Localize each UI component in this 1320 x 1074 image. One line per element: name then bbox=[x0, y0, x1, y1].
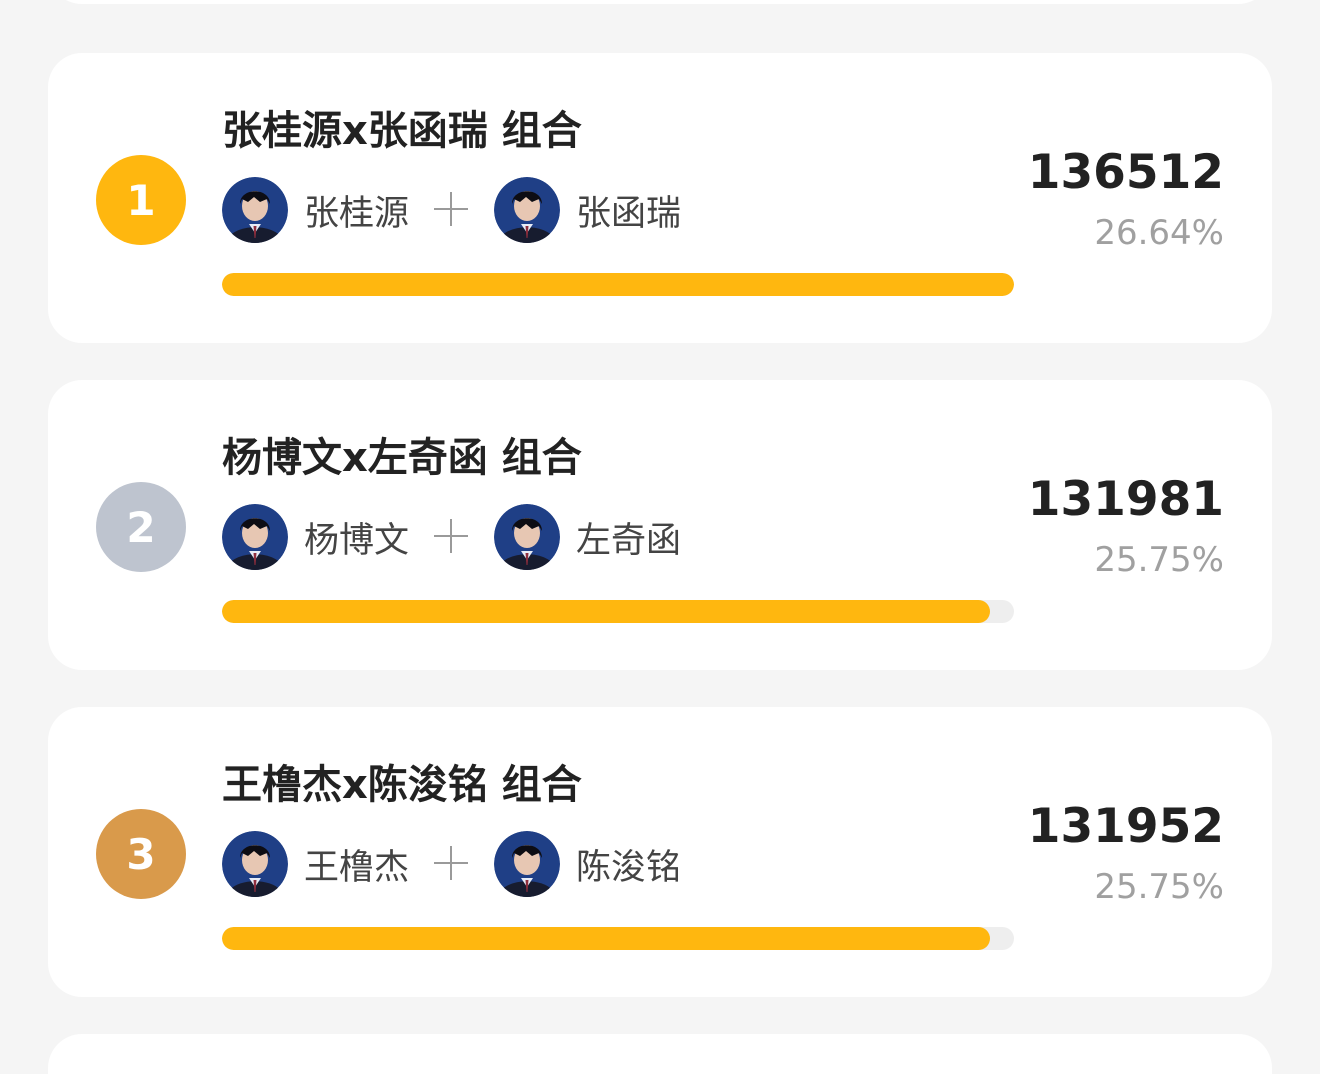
member-a[interactable]: 王橹杰 bbox=[222, 831, 409, 897]
plus-icon bbox=[434, 519, 468, 553]
previous-card-edge bbox=[48, 0, 1272, 4]
member-a[interactable]: 张桂源 bbox=[222, 177, 409, 243]
member-name: 陈浚铭 bbox=[576, 847, 682, 888]
rank-badge: 1 bbox=[96, 155, 186, 245]
plus-icon bbox=[434, 846, 468, 880]
vote-count: 131981 bbox=[1027, 472, 1224, 527]
vote-percent: 25.75% bbox=[1094, 867, 1224, 907]
avatar bbox=[494, 504, 560, 570]
vote-percent: 25.75% bbox=[1094, 540, 1224, 580]
plus-icon bbox=[434, 192, 468, 226]
vote-progress-fill bbox=[222, 273, 1014, 296]
member-a[interactable]: 杨博文 bbox=[222, 504, 409, 570]
member-name: 王橹杰 bbox=[304, 847, 410, 888]
avatar bbox=[494, 831, 560, 897]
vote-progress-fill bbox=[222, 600, 991, 623]
member-b[interactable]: 陈浚铭 bbox=[494, 831, 681, 897]
next-card-edge bbox=[48, 1034, 1272, 1074]
vote-progress-bar bbox=[222, 927, 1014, 950]
rank-badge: 3 bbox=[96, 809, 186, 899]
vote-progress-fill bbox=[222, 927, 991, 950]
ranking-card[interactable]: 3 王橹杰x陈浚铭 组合 王橹杰 陈浚铭 131952 25.75% bbox=[48, 707, 1272, 997]
rank-badge: 2 bbox=[96, 482, 186, 572]
member-name: 杨博文 bbox=[304, 520, 410, 561]
avatar bbox=[494, 177, 560, 243]
vote-progress-bar bbox=[222, 600, 1014, 623]
ranking-card[interactable]: 1 张桂源x张函瑞 组合 张桂源 张函瑞 136512 26.64% bbox=[48, 53, 1272, 343]
member-b[interactable]: 左奇函 bbox=[494, 504, 681, 570]
team-title: 杨博文x左奇函 组合 bbox=[222, 435, 582, 481]
avatar bbox=[222, 831, 288, 897]
vote-count: 136512 bbox=[1027, 145, 1224, 200]
team-title: 张桂源x张函瑞 组合 bbox=[222, 108, 582, 154]
avatar bbox=[222, 177, 288, 243]
vote-progress-bar bbox=[222, 273, 1014, 296]
member-b[interactable]: 张函瑞 bbox=[494, 177, 681, 243]
vote-count: 131952 bbox=[1027, 799, 1224, 854]
team-title: 王橹杰x陈浚铭 组合 bbox=[222, 762, 582, 808]
avatar bbox=[222, 504, 288, 570]
vote-percent: 26.64% bbox=[1094, 213, 1224, 253]
member-name: 张桂源 bbox=[304, 193, 410, 234]
member-name: 左奇函 bbox=[576, 520, 682, 561]
ranking-card[interactable]: 2 杨博文x左奇函 组合 杨博文 左奇函 131981 25.75% bbox=[48, 380, 1272, 670]
member-name: 张函瑞 bbox=[576, 193, 682, 234]
